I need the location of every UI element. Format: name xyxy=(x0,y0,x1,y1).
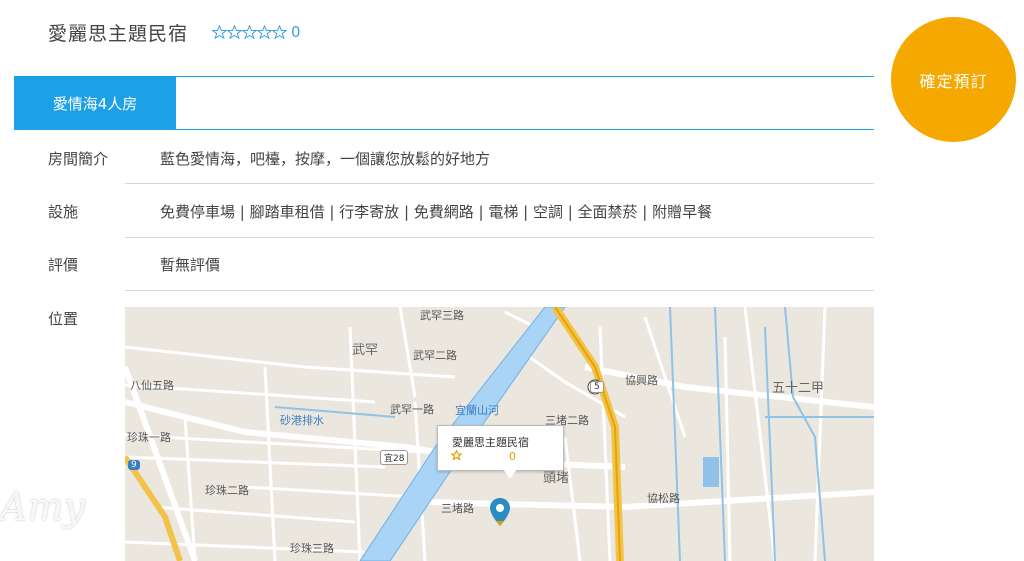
star-outline-icon xyxy=(272,25,288,39)
map-water-label: 砂港排水 xyxy=(280,414,324,427)
star-outline-icon xyxy=(212,25,228,39)
divider xyxy=(125,237,874,238)
intro-label: 房間簡介 xyxy=(48,150,109,168)
map-place-label: 武罕 xyxy=(352,343,379,358)
rating-stars: 0 xyxy=(212,23,301,41)
title-row: 愛麗思主題民宿 0 xyxy=(48,18,301,46)
route-shield: 9 xyxy=(128,460,140,470)
map-road-label: 珍珠一路 xyxy=(127,431,171,444)
star-outline-icon xyxy=(257,25,273,39)
facilities-value: 免費停車場 | 腳踏車租借 | 行李寄放 | 免費網路 | 電梯 | 空調 | … xyxy=(160,203,713,221)
map-place-label: 五十二甲 xyxy=(772,381,825,396)
map-road-label: 協興路 xyxy=(625,374,658,387)
map-road-label: 武罕三路 xyxy=(420,309,464,322)
map-road-label: 珍珠三路 xyxy=(290,542,334,555)
map-road-label: 八仙五路 xyxy=(130,379,174,392)
map-info-popup[interactable]: 愛麗思主題民宿 0 xyxy=(437,425,564,471)
book-button[interactable]: 確定預訂 xyxy=(891,17,1016,142)
star-outline-icon xyxy=(242,25,258,39)
popup-rating-stars: 0 xyxy=(451,450,516,463)
star-outline-icon xyxy=(451,450,473,462)
popup-hotel-name: 愛麗思主題民宿 xyxy=(452,436,529,449)
map-road-label: 武罕一路 xyxy=(390,403,434,416)
route-shield: 5 xyxy=(590,381,604,393)
divider xyxy=(125,290,874,291)
route-shield: 宜28 xyxy=(380,450,409,465)
popup-rating-count: 0 xyxy=(509,450,516,463)
map-road-label: 協松路 xyxy=(647,492,680,505)
location-label: 位置 xyxy=(48,310,79,328)
intro-value: 藍色愛情海，吧檯，按摩，一個讓您放鬆的好地方 xyxy=(160,150,491,168)
popup-tail xyxy=(503,469,517,479)
hotel-title: 愛麗思主題民宿 xyxy=(48,22,189,45)
star-outline-icon xyxy=(451,450,506,462)
map-water-label: 宜蘭山河 xyxy=(455,404,499,417)
map-road-label: 武罕二路 xyxy=(413,349,457,362)
map-pin-icon[interactable] xyxy=(489,497,511,527)
map-road-label: 三堵路 xyxy=(441,502,474,515)
map-road-label: 珍珠二路 xyxy=(205,484,249,497)
location-map[interactable]: 武罕 頭堵 五十二甲 八仙五路 砂港排水 珍珠一路 珍珠二路 珍珠三路 武罕一路… xyxy=(125,307,874,561)
rating-count: 0 xyxy=(291,23,301,41)
star-outline-icon xyxy=(451,450,495,462)
star-outline-icon xyxy=(227,25,243,39)
room-tabs: 愛情海4人房 xyxy=(14,76,874,130)
watermark: Amy xyxy=(0,485,85,529)
reviews-value: 暫無評價 xyxy=(160,256,221,274)
facilities-label: 設施 xyxy=(48,203,79,221)
tab-room-aegean[interactable]: 愛情海4人房 xyxy=(14,77,176,129)
star-outline-icon xyxy=(451,450,484,462)
divider xyxy=(125,183,874,184)
reviews-label: 評價 xyxy=(48,256,79,274)
